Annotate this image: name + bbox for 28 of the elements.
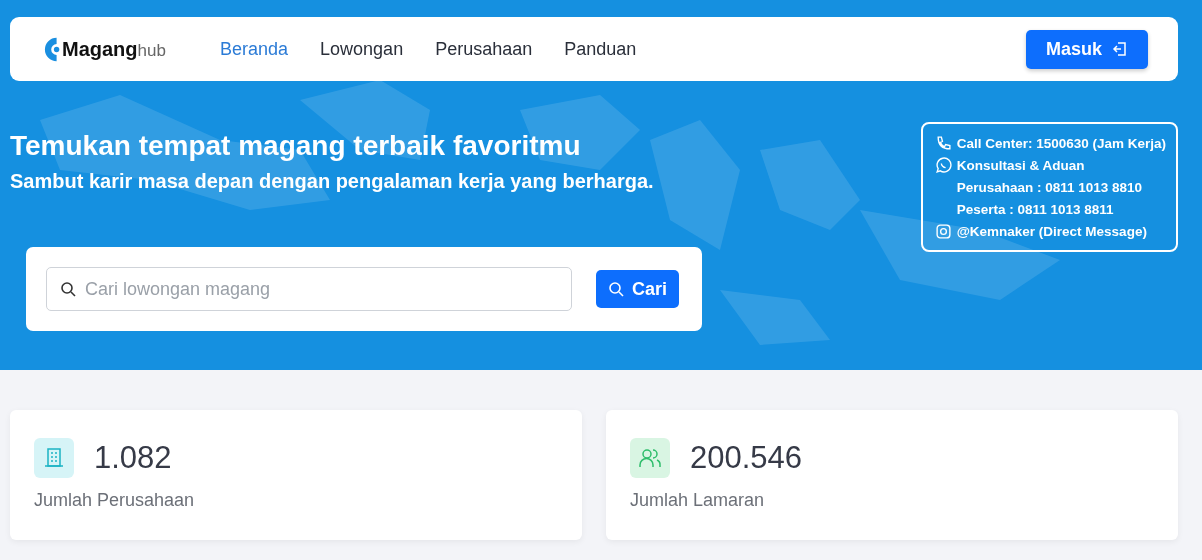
phone-icon <box>934 135 952 152</box>
whatsapp-icon <box>934 157 952 174</box>
contact-text: Call Center: 1500630 (Jam Kerja) <box>956 136 1166 151</box>
search-field[interactable]: Cari lowongan magang <box>46 267 572 311</box>
contact-text: @Kemnaker (Direct Message) <box>956 224 1147 239</box>
hero-title: Temukan tempat magang terbaik favoritmu <box>10 130 582 162</box>
nav-link[interactable]: Lowongan <box>320 38 404 60</box>
contact-text: Konsultasi & Aduan <box>956 158 1085 173</box>
search-icon <box>608 281 624 297</box>
logo[interactable]: Maganghub <box>44 35 220 63</box>
stat-value: 200.546 <box>690 440 803 476</box>
people-icon <box>630 438 670 478</box>
search-icon <box>60 281 76 297</box>
contact-text: Peserta : 0811 1013 8811 <box>956 202 1114 217</box>
nav-link[interactable]: Perusahaan <box>435 38 533 60</box>
stat-value: 1.082 <box>94 440 172 476</box>
nav-link[interactable]: Panduan <box>564 38 637 60</box>
instagram-icon <box>934 223 952 240</box>
building-icon <box>34 438 74 478</box>
nav-link[interactable]: Beranda <box>220 38 289 60</box>
login-icon <box>1112 41 1128 57</box>
search-button[interactable]: Cari <box>596 270 679 308</box>
hero-subtitle: Sambut karir masa depan dengan pengalaman kerja yang berharga. <box>10 170 655 193</box>
stat-label: Jumlah Lamaran <box>630 490 766 511</box>
contact-text: Perusahaan : 0811 1013 8810 <box>956 180 1143 195</box>
login-button[interactable]: Masuk <box>1025 29 1148 69</box>
stat-label: Jumlah Perusahaan <box>34 490 196 511</box>
logo-icon <box>44 35 62 63</box>
